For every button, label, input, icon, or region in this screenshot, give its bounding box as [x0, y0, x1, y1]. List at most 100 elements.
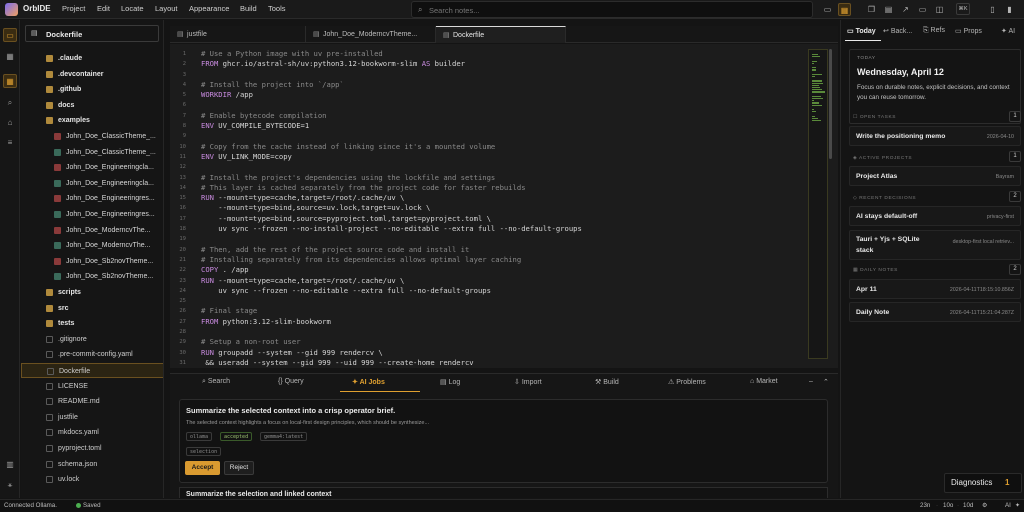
calendar-icon[interactable]: ▦ [3, 74, 17, 88]
active-projects-count: 1 [1009, 151, 1021, 162]
line-number: 21 [179, 256, 186, 263]
tree-file[interactable]: John_Doe_ModerncvThe... [21, 238, 163, 253]
tree-folder[interactable]: examples [21, 113, 163, 128]
tree-file[interactable]: README.md [21, 394, 163, 409]
tree-file[interactable]: LICENSE [21, 379, 163, 394]
tree-file[interactable]: John_Doe_Engineeringres... [21, 191, 163, 206]
menu-build[interactable]: Build [240, 4, 257, 13]
document-icon[interactable]: ▤ [882, 3, 895, 16]
minimap-line [812, 73, 822, 75]
panel-tab-market[interactable]: ⌂ Market [750, 378, 778, 385]
panel-tab-import[interactable]: ⇩ Import [514, 378, 542, 386]
panel-tab-build[interactable]: ⚒ Build [595, 378, 619, 386]
tree-file[interactable]: John_Doe_Engineeringres... [21, 207, 163, 222]
tree-file[interactable]: .pre-commit-config.yaml [21, 347, 163, 362]
tree-folder[interactable]: src [21, 301, 163, 316]
tree-file[interactable]: .gitignore [21, 332, 163, 347]
tree-folder[interactable]: scripts [21, 285, 163, 300]
code-content[interactable]: # Use a Python image with uv pre-install… [201, 49, 821, 368]
tree-file[interactable]: John_Doe_Engineeringcla... [21, 176, 163, 191]
minimap-line [812, 109, 814, 111]
tree-file[interactable]: justfile [21, 410, 163, 425]
folder-icon [46, 117, 53, 125]
settings-icon[interactable]: ⚙ [982, 502, 988, 509]
diagnostics-button[interactable]: Diagnostics 1 [944, 473, 1022, 493]
search-activity-icon[interactable]: ⌕ [3, 96, 17, 110]
panel-layout-icon[interactable]: ▥ [3, 458, 17, 472]
minimap-line [812, 120, 821, 122]
menu-tools[interactable]: Tools [268, 4, 286, 13]
panel-toggle-icon[interactable]: ▮ [1003, 3, 1016, 16]
grid-icon[interactable]: ▦ [3, 50, 17, 64]
panel-tab-log[interactable]: ▤ Log [440, 378, 460, 386]
code-line: uv sync --frozen --no-install-project --… [201, 224, 821, 234]
menu-appearance[interactable]: Appearance [189, 4, 229, 13]
panel-tab-problems[interactable]: ⚠ Problems [668, 378, 706, 386]
tree-folder[interactable]: .claude [21, 51, 163, 66]
tree-file[interactable]: pyproject.toml [21, 441, 163, 456]
tree-file[interactable]: mkdocs.yaml [21, 425, 163, 440]
tab-moderncv[interactable]: ▤ John_Doe_ModerncvTheme... [306, 26, 436, 43]
settings-sliders-icon[interactable]: ≡ [3, 136, 17, 150]
tree-file[interactable]: John_Doe_ClassicTheme_... [21, 145, 163, 160]
tab-refs[interactable]: ⎘ Refs [923, 27, 945, 35]
tree-folder[interactable]: .devcontainer [21, 67, 163, 82]
decision-item[interactable]: AI stays default-off privacy-first [849, 206, 1021, 226]
tree-folder[interactable]: tests [21, 316, 163, 331]
reject-button[interactable]: Reject [224, 461, 254, 475]
sidebar-toggle-icon[interactable]: ▯ [986, 3, 999, 16]
daily-note-timestamp: 2026-04-11T18:15:10.856Z [949, 287, 1014, 293]
panel-tab-query[interactable]: {} Query [278, 378, 304, 385]
tree-file[interactable]: John_Doe_ClassicTheme_... [21, 129, 163, 144]
minimap[interactable] [808, 49, 828, 359]
tree-file[interactable]: Dockerfile [21, 363, 163, 378]
search-box[interactable]: ⌕ [411, 1, 813, 18]
graph-icon[interactable]: ⚹ [3, 478, 17, 492]
panel-tab-ai-jobs[interactable]: ✦ AI Jobs [352, 378, 385, 386]
grid-layout-icon[interactable]: ▦ [838, 3, 851, 16]
explorer-header[interactable]: ▤ Dockerfile [25, 25, 159, 42]
tab-backlinks[interactable]: ↩ Back... [883, 27, 912, 35]
share-icon[interactable]: ↗ [899, 3, 912, 16]
tab-justfile[interactable]: ▤ justfile [170, 26, 306, 43]
decision-item[interactable]: Tauri + Yjs + SQLite stack desktop-first… [849, 230, 1021, 260]
copy-icon[interactable]: ❐ [865, 3, 878, 16]
daily-note-item[interactable]: Daily Note 2026-04-11T15:21:04.287Z [849, 302, 1021, 322]
explorer-folder-icon[interactable]: ▭ [3, 28, 17, 42]
search-input[interactable] [429, 4, 789, 16]
tree-file[interactable]: John_Doe_ModerncvThe... [21, 223, 163, 238]
menu-locate[interactable]: Locate [121, 4, 144, 13]
menu-layout[interactable]: Layout [155, 4, 178, 13]
task-item[interactable]: Write the positioning memo 2026-04-10 [849, 126, 1021, 146]
daily-note-item[interactable]: Apr 11 2026-04-11T18:15:10.856Z [849, 279, 1021, 299]
plugin-icon[interactable]: ⌂ [3, 116, 17, 130]
code-editor[interactable]: 1 2 3 4 5 6 7 8 9 10 11 12 13 14 15 16 17 18 19 20 21 22 23 24 2… [170, 44, 838, 368]
command-palette-shortcut[interactable]: ⌘K [956, 3, 970, 15]
tree-folder[interactable]: docs [21, 98, 163, 113]
accept-button[interactable]: Accept [185, 461, 220, 475]
monitor-icon-2[interactable]: ▭ [916, 3, 929, 16]
project-item[interactable]: Project Atlas Bayram [849, 166, 1021, 186]
menu-edit[interactable]: Edit [97, 4, 110, 13]
split-view-icon[interactable]: ◫ [933, 3, 946, 16]
code-line: RUN groupadd --system --gid 999 rendercv… [201, 348, 821, 358]
minimize-icon[interactable]: – [809, 378, 813, 385]
tab-props[interactable]: ▭ Props [955, 27, 982, 35]
tree-file[interactable]: John_Doe_Engineeringcla... [21, 160, 163, 175]
menu-project[interactable]: Project [62, 4, 85, 13]
tab-today[interactable]: ▭ Today [847, 27, 876, 35]
tree-file[interactable]: John_Doe_Sb2novTheme... [21, 254, 163, 269]
ai-status[interactable]: AI [1005, 502, 1011, 509]
tree-file[interactable]: schema.json [21, 457, 163, 472]
editor-scrollbar[interactable] [829, 49, 832, 159]
panel-tab-search[interactable]: ⌕ Search [202, 378, 230, 386]
tree-file[interactable]: uv.lock [21, 472, 163, 487]
tab-dockerfile[interactable]: ▤ Dockerfile [436, 26, 566, 43]
tree-file[interactable]: John_Doe_Sb2novTheme... [21, 269, 163, 284]
tree-folder[interactable]: .github [21, 82, 163, 97]
monitor-icon[interactable]: ▭ [821, 3, 834, 16]
chevron-up-icon[interactable]: ⌃ [823, 378, 829, 386]
tab-ai[interactable]: ✦ AI [1001, 27, 1015, 35]
chip-model: gemma4:latest [260, 432, 308, 441]
